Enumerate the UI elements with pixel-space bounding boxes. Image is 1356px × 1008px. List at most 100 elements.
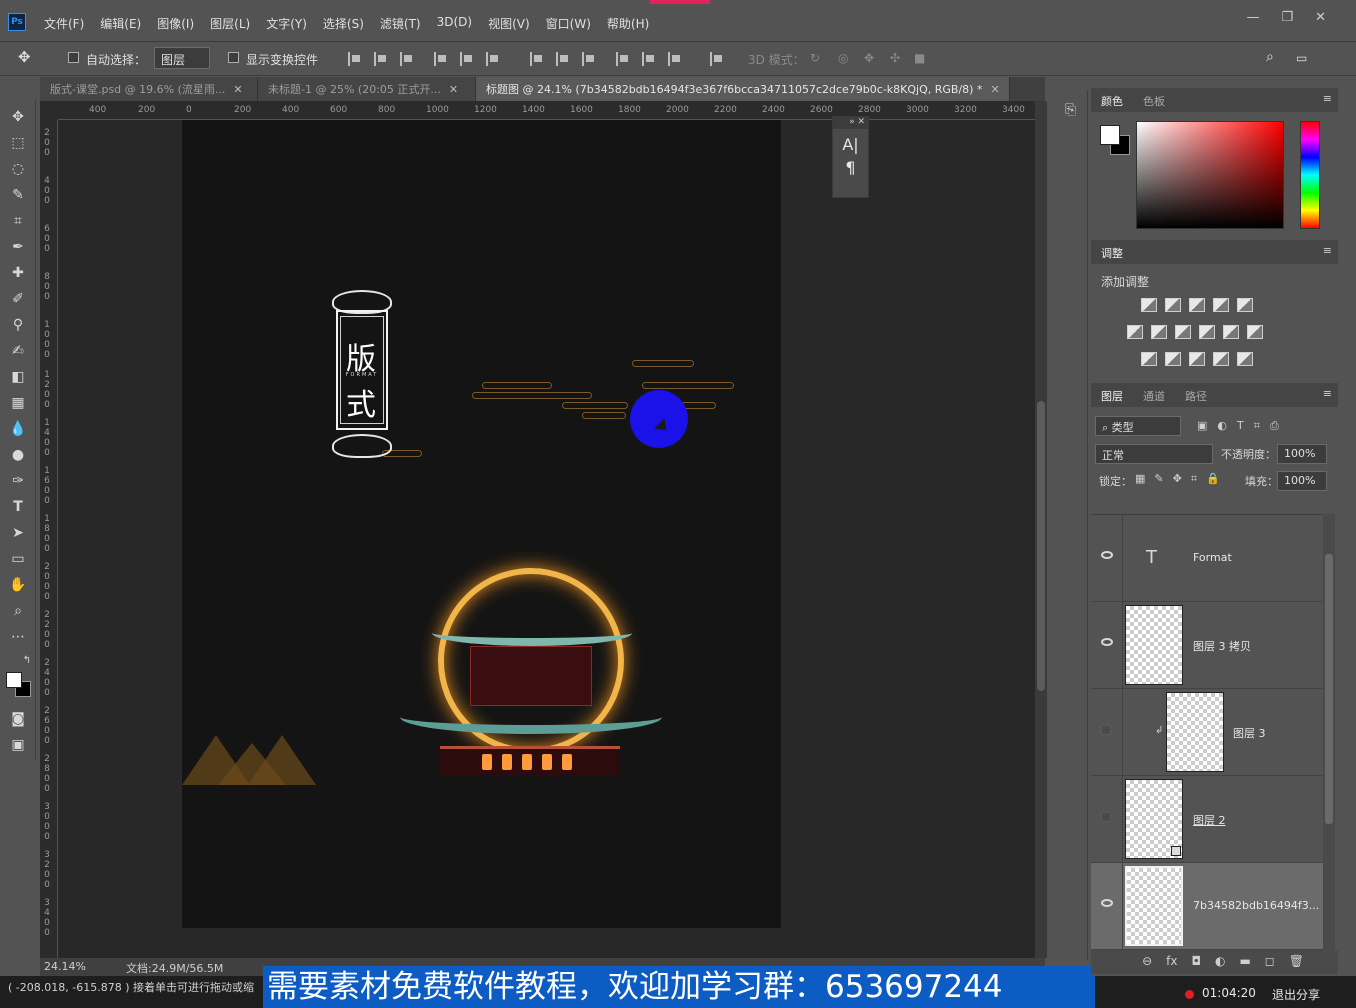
stamp-tool-icon[interactable]: ⚲ bbox=[9, 316, 27, 334]
hue-slider[interactable] bbox=[1300, 121, 1320, 229]
3d-rotate-icon[interactable]: ↻ bbox=[810, 51, 820, 65]
align-vcenter-icon[interactable] bbox=[374, 52, 388, 66]
lasso-tool-icon[interactable]: ◌ bbox=[9, 160, 27, 178]
ruler-origin[interactable] bbox=[40, 101, 58, 120]
channel-mixer-icon[interactable] bbox=[1223, 325, 1239, 339]
menu-view[interactable]: 视图(V) bbox=[488, 15, 530, 32]
blur-tool-icon[interactable]: 💧 bbox=[9, 420, 27, 438]
menu-select[interactable]: 选择(S) bbox=[323, 15, 364, 32]
distribute-top-icon[interactable] bbox=[530, 52, 544, 66]
color-balance-icon[interactable] bbox=[1151, 325, 1167, 339]
layer-name[interactable]: Format bbox=[1193, 551, 1232, 564]
layer-filter-dropdown[interactable]: ⌕ 类型 bbox=[1095, 416, 1181, 436]
tab-document-2[interactable]: 未标题-1 @ 25% (20:05 正式开... ✕ bbox=[258, 77, 476, 101]
visibility-toggle-icon[interactable] bbox=[1101, 725, 1111, 735]
invert-icon[interactable] bbox=[1141, 352, 1157, 366]
auto-select-checkbox[interactable] bbox=[68, 52, 79, 63]
black-white-icon[interactable] bbox=[1175, 325, 1191, 339]
align-right-icon[interactable] bbox=[486, 52, 500, 66]
tab-document-3[interactable]: 标题图 @ 24.1% (7b34582bdb16494f3e367f6bcca… bbox=[476, 77, 1010, 101]
quick-mask-icon[interactable]: ◙ bbox=[9, 710, 27, 728]
healing-brush-tool-icon[interactable]: ✚ bbox=[9, 264, 27, 282]
crop-tool-icon[interactable]: ⌗ bbox=[9, 212, 27, 230]
layer-row[interactable]: ↲ 图层 3 bbox=[1091, 689, 1323, 776]
lock-icons[interactable]: ▦✎✥⌗🔒 bbox=[1135, 472, 1229, 486]
add-mask-icon[interactable]: ◘ bbox=[1191, 954, 1201, 974]
panel-menu-icon[interactable]: ≡ bbox=[1323, 387, 1332, 400]
panel-collapse-close[interactable]: » ✕ bbox=[833, 117, 868, 129]
selective-color-icon[interactable] bbox=[1213, 352, 1229, 366]
history-brush-tool-icon[interactable]: ✍ bbox=[9, 342, 27, 360]
menu-3d[interactable]: 3D(D) bbox=[437, 15, 472, 32]
color-lookup-icon[interactable] bbox=[1247, 325, 1263, 339]
layer-row[interactable]: T Format bbox=[1091, 515, 1323, 602]
document-size[interactable]: 文档:24.9M/56.5M bbox=[126, 960, 223, 976]
menu-layer[interactable]: 图层(L) bbox=[210, 15, 250, 32]
menu-filter[interactable]: 滤镜(T) bbox=[380, 15, 421, 32]
distribute-vcenter-icon[interactable] bbox=[556, 52, 570, 66]
minimize-button[interactable]: — bbox=[1246, 10, 1259, 25]
align-top-icon[interactable] bbox=[348, 52, 362, 66]
more-tools-icon[interactable]: ⋯ bbox=[9, 628, 27, 646]
photo-filter-icon[interactable] bbox=[1199, 325, 1215, 339]
align-hcenter-icon[interactable] bbox=[460, 52, 474, 66]
zoom-level[interactable]: 24.14% bbox=[44, 960, 86, 973]
visibility-toggle-icon[interactable] bbox=[1101, 812, 1111, 822]
tab-paths[interactable]: 路径 bbox=[1185, 388, 1207, 404]
3d-scale-icon[interactable]: ■ bbox=[914, 51, 925, 65]
vertical-ruler[interactable]: 2 0 0 4 0 0 6 0 0 8 0 0 1 0 0 0 1 2 0 0 … bbox=[40, 120, 58, 958]
panel-menu-icon[interactable]: ≡ bbox=[1323, 92, 1332, 105]
hue-saturation-icon[interactable] bbox=[1127, 325, 1143, 339]
search-icon[interactable]: ⌕ bbox=[1266, 49, 1274, 65]
color-picker-field[interactable] bbox=[1136, 121, 1284, 229]
type-tool-icon[interactable]: T bbox=[9, 498, 27, 516]
vibrance-icon[interactable] bbox=[1237, 298, 1253, 312]
curves-icon[interactable] bbox=[1189, 298, 1205, 312]
dodge-tool-icon[interactable]: ● bbox=[9, 446, 27, 464]
layer-style-icon[interactable]: fx bbox=[1166, 954, 1177, 974]
layer-name[interactable]: 图层 2 bbox=[1193, 812, 1226, 828]
menu-type[interactable]: 文字(Y) bbox=[266, 15, 307, 32]
marquee-tool-icon[interactable]: ⬚ bbox=[9, 134, 27, 152]
adjustment-layer-icon[interactable]: ◐ bbox=[1215, 954, 1225, 974]
path-select-tool-icon[interactable]: ➤ bbox=[9, 524, 27, 542]
visibility-eye-icon[interactable] bbox=[1101, 899, 1113, 907]
history-panel-icon[interactable]: ⎘ bbox=[1065, 102, 1076, 118]
eyedropper-tool-icon[interactable]: ✒ bbox=[9, 238, 27, 256]
scrollbar-thumb[interactable] bbox=[1037, 401, 1045, 691]
layer-name[interactable]: 图层 3 拷贝 bbox=[1193, 638, 1251, 654]
threshold-icon[interactable] bbox=[1189, 352, 1205, 366]
paragraph-panel-icon[interactable]: ¶ bbox=[833, 158, 868, 177]
canvas-vertical-scrollbar[interactable] bbox=[1035, 101, 1047, 958]
delete-layer-icon[interactable]: 🗑 bbox=[1289, 954, 1304, 974]
link-layers-icon[interactable]: ⊖ bbox=[1142, 954, 1152, 974]
close-tab-icon[interactable]: ✕ bbox=[233, 83, 242, 96]
show-transform-checkbox[interactable] bbox=[228, 52, 239, 63]
layers-scrollbar[interactable] bbox=[1323, 514, 1335, 950]
3d-roll-icon[interactable]: ◎ bbox=[838, 51, 848, 65]
tab-adjustments[interactable]: 调整 bbox=[1101, 245, 1123, 261]
menu-window[interactable]: 窗口(W) bbox=[546, 15, 591, 32]
close-tab-icon[interactable]: ✕ bbox=[990, 83, 999, 96]
layer-filter-icons[interactable]: ▣◐T⌗⎙ bbox=[1197, 419, 1289, 433]
auto-align-icon[interactable] bbox=[710, 52, 724, 66]
shape-tool-icon[interactable]: ▭ bbox=[9, 550, 27, 568]
brightness-icon[interactable] bbox=[1141, 298, 1157, 312]
tab-swatches[interactable]: 色板 bbox=[1143, 93, 1165, 109]
hand-tool-icon[interactable]: ✋ bbox=[9, 576, 27, 594]
gradient-map-icon[interactable] bbox=[1237, 352, 1253, 366]
menu-image[interactable]: 图像(I) bbox=[157, 15, 194, 32]
menu-help[interactable]: 帮助(H) bbox=[607, 15, 649, 32]
distribute-left-icon[interactable] bbox=[616, 52, 630, 66]
3d-slide-icon[interactable]: ✣ bbox=[890, 51, 900, 65]
move-tool-icon[interactable]: ✥ bbox=[9, 108, 27, 126]
auto-select-dropdown[interactable]: 图层 bbox=[154, 47, 210, 69]
brush-tool-icon[interactable]: ✐ bbox=[9, 290, 27, 308]
character-panel-icon[interactable]: A| bbox=[833, 135, 868, 154]
layer-row[interactable]: 7b34582bdb16494f3... bbox=[1091, 863, 1323, 950]
tab-layers[interactable]: 图层 bbox=[1101, 388, 1123, 404]
tab-channels[interactable]: 通道 bbox=[1143, 388, 1165, 404]
quick-select-tool-icon[interactable]: ✎ bbox=[9, 186, 27, 204]
fill-input[interactable]: 100% bbox=[1277, 471, 1327, 491]
foreground-color-swatch[interactable] bbox=[6, 672, 22, 688]
